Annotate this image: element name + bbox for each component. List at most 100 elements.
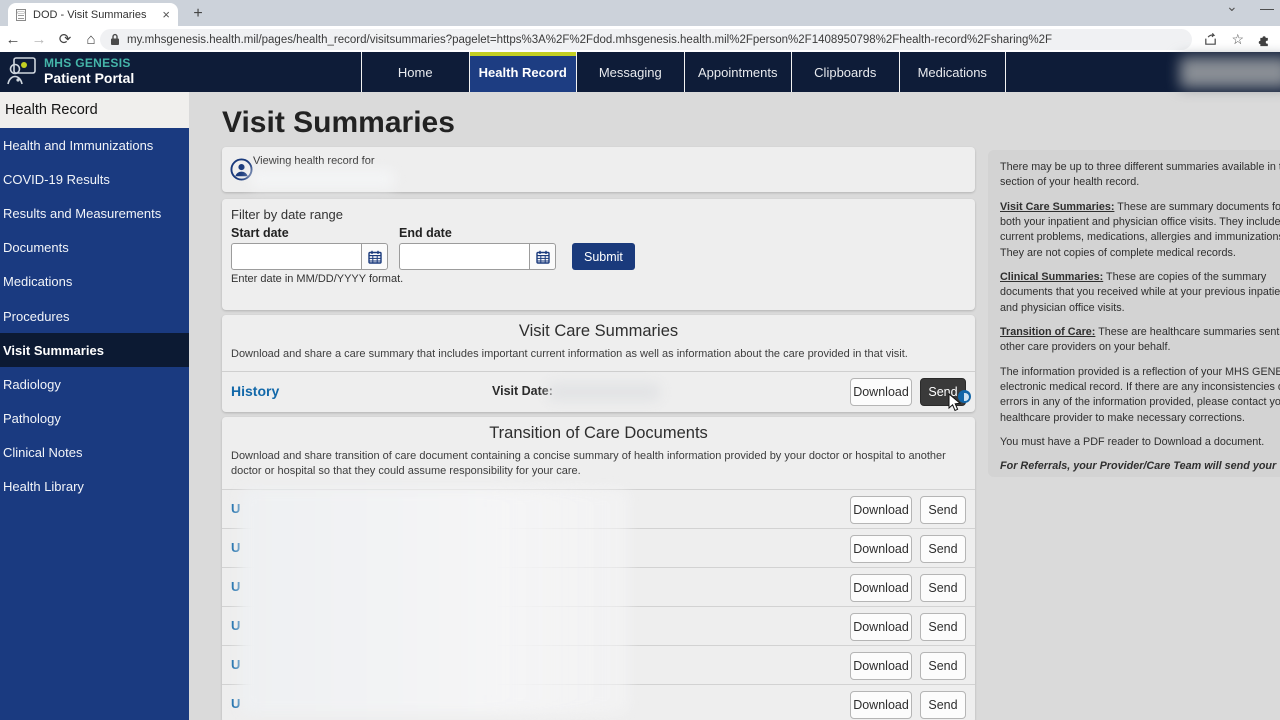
transition-description: Download and share transition of care do… [222,443,975,479]
portal-logo[interactable]: MHS GENESIS Patient Portal [6,56,134,86]
share-icon[interactable] [1203,32,1218,47]
send-button[interactable]: Send [920,613,966,641]
sidebar-header: Health Record [0,92,189,128]
document-link-redacted[interactable]: U [231,618,240,633]
sidebar: Health Record Health and Immunizations C… [0,92,189,720]
sidebar-item-radiology[interactable]: Radiology [0,367,189,401]
sidebar-item-health-library[interactable]: Health Library [0,470,189,504]
screen: DOD - Visit Summaries × + ⌄ — ← → ⟳ ⌂ my… [0,0,1280,720]
document-link-redacted[interactable]: U [231,579,240,594]
filter-title: Filter by date range [231,207,343,222]
nav-tab-home[interactable]: Home [361,52,469,92]
new-tab-button[interactable]: + [188,4,208,24]
info-paragraph: Clinical Summaries: These are copies of … [1000,270,1280,316]
info-paragraph: The information provided is a reflection… [1000,365,1280,426]
reload-icon[interactable]: ⟳ [52,30,78,48]
window-minimize-icon[interactable]: — [1260,0,1274,16]
tab-favicon-icon [16,9,26,21]
submit-button[interactable]: Submit [572,243,635,270]
end-date-input[interactable] [399,243,529,270]
browser-toolbar: ← → ⟳ ⌂ my.mhsgenesis.health.mil/pages/h… [0,26,1280,52]
start-date-input[interactable] [231,243,361,270]
end-date-group [399,243,556,270]
download-button[interactable]: Download [850,691,912,719]
sidebar-item-clinical-notes[interactable]: Clinical Notes [0,436,189,470]
date-filter-card: Filter by date range Start date End date [222,199,975,310]
send-button[interactable]: Send [920,691,966,719]
portal-logo-icon [6,56,38,86]
url-text: my.mhsgenesis.health.mil/pages/health_re… [127,34,1052,46]
tab-title: DOD - Visit Summaries [33,9,155,21]
nav-tab-clipboards[interactable]: Clipboards [791,52,899,92]
sidebar-item-documents[interactable]: Documents [0,231,189,265]
visit-care-summaries-card: Visit Care Summaries Download and share … [222,315,975,412]
visit-care-summaries-title: Visit Care Summaries [222,315,975,341]
calendar-icon [536,250,550,264]
download-button[interactable]: Download [850,496,912,524]
document-link-redacted[interactable]: U [231,501,240,516]
sidebar-item-procedures[interactable]: Procedures [0,299,189,333]
nav-tab-health-record[interactable]: Health Record [469,52,577,92]
mouse-cursor-icon [948,393,962,413]
info-paragraph: There may be up to three different summa… [1000,160,1280,191]
calendar-icon [368,250,382,264]
sidebar-item-visit-summaries[interactable]: Visit Summaries [0,333,189,367]
download-button[interactable]: Download [850,613,912,641]
end-date-calendar-button[interactable] [529,243,556,270]
document-link-redacted[interactable]: U [231,696,240,711]
brand-subtitle: Patient Portal [44,70,134,86]
browser-tab-strip: DOD - Visit Summaries × + ⌄ — [0,0,1280,26]
back-icon[interactable]: ← [0,31,26,48]
start-date-group [231,243,388,270]
sidebar-item-covid-19-results[interactable]: COVID-19 Results [0,162,189,196]
date-format-hint: Enter date in MM/DD/YYYY format. [231,273,403,285]
send-button[interactable]: Send [920,574,966,602]
send-button[interactable]: Send [920,535,966,563]
extensions-puzzle-icon[interactable] [1257,32,1272,47]
download-button[interactable]: Download [850,535,912,563]
info-paragraph: Visit Care Summaries: These are summary … [1000,200,1280,261]
start-date-calendar-button[interactable] [361,243,388,270]
download-button[interactable]: Download [850,378,912,406]
viewing-record-card: Viewing health record for [222,147,975,192]
forward-icon[interactable]: → [26,31,52,48]
info-paragraph-referrals: For Referrals, your Provider/Care Team w… [1000,459,1280,477]
visit-date-redacted [548,383,660,401]
history-link[interactable]: History [231,383,279,399]
send-button[interactable]: Send [920,496,966,524]
browser-tab[interactable]: DOD - Visit Summaries × [8,3,178,26]
download-button[interactable]: Download [850,574,912,602]
document-link-redacted[interactable]: U [231,657,240,672]
transition-title: Transition of Care Documents [222,417,975,443]
window-chevron-icon[interactable]: ⌄ [1226,0,1238,15]
toolbar-right-icons: ☆ [1203,26,1272,52]
info-panel: There may be up to three different summa… [988,150,1280,477]
top-navigation: Home Health Record Messaging Appointment… [361,52,1006,92]
nav-tab-medications[interactable]: Medications [899,52,1007,92]
brand-name: MHS GENESIS [44,56,134,70]
info-paragraph: Transition of Care: These are healthcare… [1000,325,1280,356]
user-name-redacted [1180,57,1280,88]
page-title: Visit Summaries [222,106,455,140]
tab-close-icon[interactable]: × [162,7,170,22]
sidebar-item-medications[interactable]: Medications [0,265,189,299]
nav-tab-appointments[interactable]: Appointments [684,52,792,92]
info-paragraph: You must have a PDF reader to Download a… [1000,435,1280,450]
lock-icon [110,33,120,46]
send-button[interactable]: Send [920,652,966,680]
end-date-label: End date [399,226,452,240]
care-summary-row: History Visit Date: Download Send [222,371,975,412]
sidebar-item-health-and-immunizations[interactable]: Health and Immunizations [0,128,189,162]
sidebar-item-results-and-measurements[interactable]: Results and Measurements [0,196,189,230]
download-button[interactable]: Download [850,652,912,680]
document-link-redacted[interactable]: U [231,540,240,555]
visit-care-summaries-description: Download and share a care summary that i… [222,341,975,362]
document-names-redacted [240,488,630,714]
nav-tab-messaging[interactable]: Messaging [576,52,684,92]
portal-header: MHS GENESIS Patient Portal Home Health R… [0,52,1280,92]
sidebar-item-pathology[interactable]: Pathology [0,402,189,436]
visit-date-label: Visit Date: [492,384,553,398]
url-bar[interactable]: my.mhsgenesis.health.mil/pages/health_re… [100,29,1192,50]
bookmark-star-icon[interactable]: ☆ [1231,32,1244,46]
patient-name-redacted [250,169,395,189]
